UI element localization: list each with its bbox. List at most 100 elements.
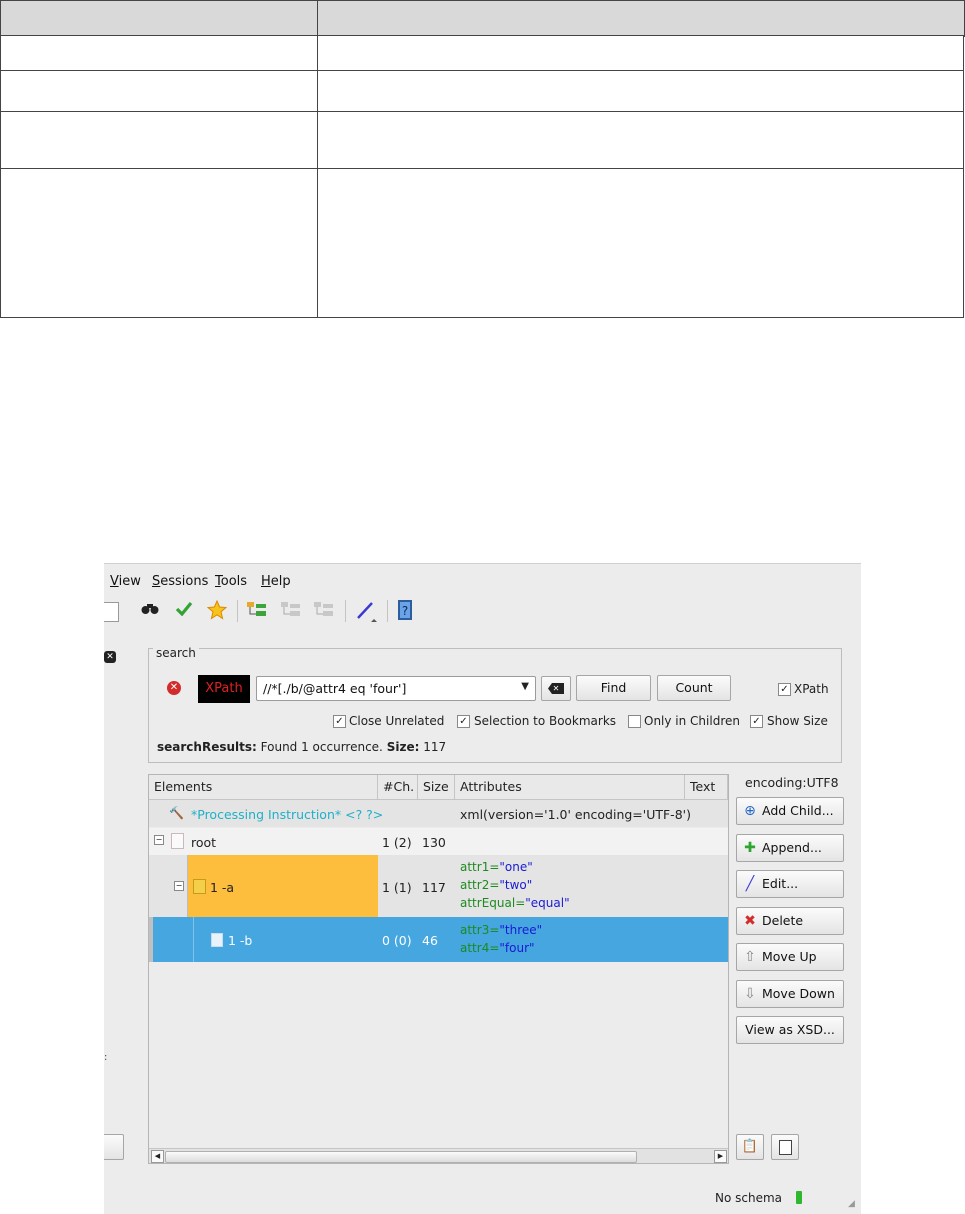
star-icon[interactable] — [206, 599, 228, 620]
column-elements[interactable]: Elements — [149, 775, 378, 799]
element-tree[interactable]: Elements #Ch. Size Attributes Text 🔨 *Pr… — [148, 774, 729, 1164]
view-as-xsd-button[interactable]: View as XSD... — [736, 1016, 844, 1044]
size-label: Size: — [386, 740, 420, 754]
selection-to-bookmarks-checkbox[interactable]: ✓ — [457, 715, 470, 728]
count-button[interactable]: Count — [657, 675, 731, 701]
attribute-line: attr3="three" — [460, 923, 543, 937]
error-icon: ✕ — [167, 681, 181, 695]
schema-status: No schema — [715, 1191, 783, 1205]
left-panel-fragment: : — [104, 1052, 108, 1063]
close-unrelated-label: Close Unrelated — [349, 714, 445, 728]
tree-move-icon[interactable] — [313, 600, 333, 620]
add-child-button[interactable]: ⊕ Add Child... — [736, 797, 844, 825]
arrow-up-icon: ⇧ — [744, 949, 756, 965]
table-cell — [317, 70, 964, 112]
tree-row-element: root — [191, 835, 217, 850]
tree-add-icon[interactable] — [246, 600, 266, 620]
table-cell — [317, 111, 964, 169]
edit-button[interactable]: ╱ Edit... — [736, 870, 844, 898]
tree-row-selected[interactable]: 1 -b 0 (0) 46 attr3="three" attr4="four" — [153, 917, 728, 962]
binoculars-icon[interactable] — [140, 600, 160, 620]
xpath-checkbox[interactable]: ✓ — [778, 683, 791, 696]
help-book-icon[interactable]: ? — [395, 600, 415, 620]
search-query-input[interactable]: //*[./b/@attr4 eq 'four'] ▼ — [256, 676, 536, 701]
show-size-checkbox[interactable]: ✓ — [750, 715, 763, 728]
column-attributes[interactable]: Attributes — [455, 775, 685, 799]
pen-icon[interactable] — [355, 600, 377, 622]
chevron-down-icon[interactable]: ▼ — [521, 681, 529, 692]
element-icon — [171, 833, 184, 849]
scroll-left-icon[interactable]: ◀ — [151, 1150, 164, 1163]
search-results-label: searchResults: — [157, 740, 257, 754]
attribute-line: attrEqual="equal" — [460, 896, 570, 910]
svg-text:?: ? — [402, 604, 408, 618]
tree-row[interactable]: − root 1 (2) 130 — [149, 828, 728, 855]
tree-row-children: 0 (0) — [382, 933, 412, 948]
close-icon[interactable]: ✕ — [104, 651, 116, 663]
tree-row-attributes: xml(version='1.0' encoding='UTF-8') — [460, 807, 691, 822]
tree-row[interactable]: − 1 -a 1 (1) 117 attr1="one" attr2="two"… — [149, 855, 728, 917]
table-cell — [317, 168, 964, 318]
leaf-element-icon — [211, 933, 223, 947]
scrollbar-thumb[interactable] — [165, 1151, 637, 1163]
search-legend: search — [153, 646, 199, 660]
table-row — [0, 168, 318, 318]
backspace-icon: ✕ — [548, 683, 564, 694]
document-table — [0, 0, 965, 318]
clear-query-button[interactable]: ✕ — [541, 676, 571, 701]
close-unrelated-checkbox[interactable]: ✓ — [333, 715, 346, 728]
column-children[interactable]: #Ch. — [378, 775, 418, 799]
plus-circle-icon: ✚ — [744, 840, 756, 856]
scroll-right-icon[interactable]: ▶ — [714, 1150, 727, 1163]
battery-status-icon — [796, 1191, 802, 1204]
table-row — [0, 70, 318, 112]
horizontal-scrollbar[interactable]: ◀ ▶ — [149, 1148, 728, 1163]
tree-row-children: 1 (1) — [382, 880, 412, 895]
attribute-line: attr2="two" — [460, 878, 533, 892]
check-icon[interactable] — [174, 600, 194, 620]
only-in-children-label: Only in Children — [644, 714, 740, 728]
show-size-label: Show Size — [767, 714, 828, 728]
menu-view[interactable]: View — [110, 574, 141, 589]
table-row — [0, 111, 318, 169]
column-size[interactable]: Size — [418, 775, 455, 799]
menu-sessions[interactable]: Sessions — [152, 574, 208, 589]
collapse-icon[interactable]: − — [154, 835, 164, 845]
collapse-icon[interactable]: − — [174, 881, 184, 891]
append-button[interactable]: ✚ Append... — [736, 834, 844, 862]
menu-help[interactable]: Help — [261, 574, 291, 589]
delete-button[interactable]: ✖ Delete — [736, 907, 844, 935]
copy-icon[interactable] — [771, 1134, 799, 1160]
arrow-down-icon: ⇩ — [744, 986, 756, 1002]
menu-tools[interactable]: Tools — [215, 574, 247, 589]
table-cell — [317, 35, 964, 71]
table-row — [0, 35, 318, 71]
resize-grip-icon[interactable]: ◢ — [848, 1199, 855, 1209]
tree-row-element: *Processing Instruction* <? ?> — [191, 807, 384, 822]
tree-row-size: 117 — [422, 880, 446, 895]
size-value: 117 — [423, 740, 447, 754]
move-down-button[interactable]: ⇩ Move Down — [736, 980, 844, 1008]
selection-to-bookmarks-label: Selection to Bookmarks — [474, 714, 617, 728]
attribute-line: attr4="four" — [460, 941, 535, 955]
encoding-label: encoding:UTF8 — [745, 775, 839, 790]
attribute-line: attr1="one" — [460, 860, 533, 874]
tree-remove-icon[interactable] — [280, 600, 300, 620]
paste-icon[interactable]: 📋 — [736, 1134, 764, 1160]
xpath-mode-badge: XPath — [198, 675, 250, 703]
xpath-checkbox-label: XPath — [794, 682, 829, 696]
tree-row-children: 1 (2) — [382, 835, 412, 850]
search-query-text: //*[./b/@attr4 eq 'four'] — [263, 681, 407, 696]
find-button[interactable]: Find — [576, 675, 651, 701]
grid-icon[interactable] — [104, 602, 119, 622]
left-panel-button[interactable] — [104, 1134, 124, 1160]
column-text[interactable]: Text — [685, 775, 728, 799]
tree-row-element: 1 -b — [228, 933, 253, 948]
search-results-line: searchResults: Found 1 occurrence. Size:… — [157, 740, 446, 754]
xml-editor-window: View Sessions Tools Help ? ✕ search ✕ XP… — [104, 563, 861, 1214]
tree-row-element: 1 -a — [210, 880, 235, 895]
add-child-icon: ⊕ — [744, 803, 756, 819]
move-up-button[interactable]: ⇧ Move Up — [736, 943, 844, 971]
only-in-children-checkbox[interactable] — [628, 715, 641, 728]
tree-row[interactable]: 🔨 *Processing Instruction* <? ?> xml(ver… — [149, 800, 728, 827]
